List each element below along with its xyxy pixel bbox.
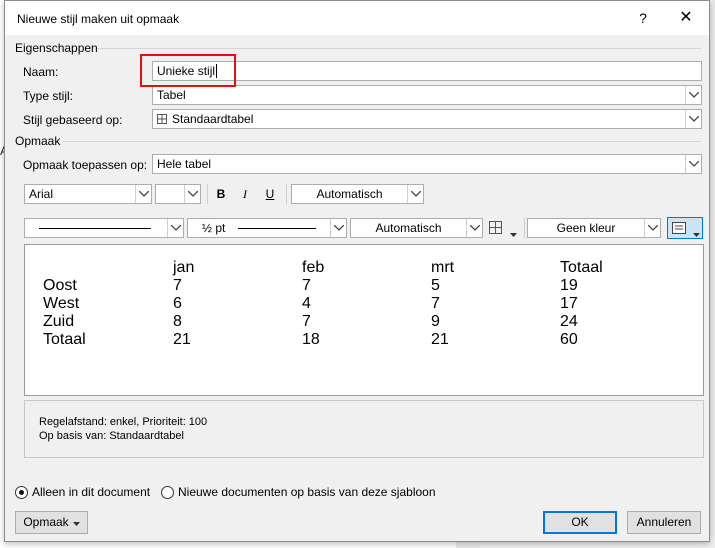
caret-down-icon [510,226,517,240]
toolbar-separator [524,218,525,238]
chevron-down-icon [685,86,701,104]
italic-button[interactable]: I [235,184,255,204]
format-menu-button[interactable]: Opmaak [15,511,88,534]
bold-button[interactable]: B [211,184,231,204]
format-section-label: Opmaak [15,134,61,148]
style-type-select[interactable]: Tabel [152,85,702,105]
preview-cell: 4 [302,295,311,312]
line-weight-value: ½ pt [202,221,226,235]
format-menu-label: Opmaak [23,515,69,529]
close-button[interactable]: ✕ [674,7,698,29]
preview-header-cell: mrt [431,259,455,276]
toolbar-separator [207,184,208,204]
borders-grid-icon [489,221,502,237]
solid-line-icon [39,228,151,229]
table-styles-button[interactable] [667,217,703,239]
table-style-icon [672,222,686,237]
format-divider [63,141,701,142]
preview-header-cell: feb [302,259,325,276]
preview-cell: 21 [173,331,191,348]
preview-cell: 18 [302,331,320,348]
cancel-button[interactable]: Annuleren [627,511,701,534]
border-color-select[interactable]: Automatisch [350,218,483,238]
new-documents-label[interactable]: Nieuwe documenten op basis van deze sjab… [178,485,436,499]
style-description: Regelafstand: enkel, Prioriteit: 100 Op … [24,400,704,458]
based-on-label: Stijl gebaseerd op: [23,113,123,127]
dialog-titlebar: Nieuwe stijl maken uit opmaak ? ✕ [5,1,709,35]
name-label: Naam: [23,65,59,79]
preview-cell: 7 [302,277,311,294]
preview-cell: Zuid [43,313,75,330]
description-line-2: Op basis van: Standaardtabel [39,430,184,442]
preview-cell: 7 [173,277,182,294]
table-preview: jan feb mrt Totaal Oost 7 7 5 19 West 6 4 7 17 Zuid 8 7 9… [24,244,704,396]
chevron-down-icon [135,185,151,203]
underline-button[interactable]: U [260,184,280,204]
preview-cell: Totaal [43,331,86,348]
only-this-document-radio[interactable] [15,486,28,499]
preview-header-cell: Totaal [560,259,603,276]
borders-button[interactable] [487,218,523,238]
preview-header-cell: jan [173,259,195,276]
solid-line-icon [238,228,316,229]
style-type-label: Type stijl: [23,89,74,103]
preview-cell: Oost [43,277,77,294]
chevron-down-icon [407,185,423,203]
chevron-down-icon [685,110,701,128]
preview-cell: West [43,295,80,312]
highlight-box [140,54,236,87]
dialog-title: Nieuwe stijl maken uit opmaak [17,12,180,26]
properties-section-label: Eigenschappen [15,41,98,55]
line-weight-select[interactable]: ½ pt [187,218,347,238]
chevron-down-icon [330,219,346,237]
style-type-value: Tabel [157,88,186,102]
apply-to-label: Opmaak toepassen op: [23,158,148,172]
preview-cell: 7 [431,295,440,312]
new-documents-radio[interactable] [161,486,174,499]
apply-to-select[interactable]: Hele tabel [152,154,702,174]
border-color-value: Automatisch [375,221,442,235]
shading-value: Geen kleur [556,221,616,235]
description-line-1: Regelafstand: enkel, Prioriteit: 100 [39,416,208,428]
chevron-down-icon [685,155,701,173]
preview-cell: 24 [560,313,578,330]
table-grid-icon [157,111,167,128]
preview-cell: 60 [560,331,578,348]
properties-divider [97,48,701,49]
font-color-select[interactable]: Automatisch [291,184,424,204]
font-select[interactable]: Arial [24,184,152,204]
line-style-select[interactable] [24,218,184,238]
preview-cell: 5 [431,277,440,294]
based-on-value: Standaardtabel [172,112,254,126]
font-value: Arial [29,187,54,201]
font-size-select[interactable] [155,184,201,204]
help-button[interactable]: ? [632,8,654,28]
toolbar-separator [286,184,287,204]
caret-down-icon [693,226,700,240]
preview-cell: 17 [560,295,578,312]
chevron-down-icon [184,185,200,203]
shading-select[interactable]: Geen kleur [527,218,661,238]
apply-to-value: Hele tabel [157,157,212,171]
based-on-select[interactable]: Standaardtabel [152,109,702,129]
chevron-down-icon [167,219,183,237]
chevron-down-icon [644,219,660,237]
font-color-value: Automatisch [316,187,383,201]
preview-cell: 9 [431,313,440,330]
preview-cell: 7 [302,313,311,330]
caret-down-icon [72,512,80,533]
only-this-document-label[interactable]: Alleen in dit document [32,485,150,499]
preview-cell: 21 [431,331,449,348]
preview-cell: 19 [560,277,578,294]
ok-button[interactable]: OK [543,511,617,534]
preview-cell: 8 [173,313,182,330]
new-style-dialog: Nieuwe stijl maken uit opmaak ? ✕ Eigens… [4,0,710,542]
chevron-down-icon [466,219,482,237]
preview-cell: 6 [173,295,182,312]
